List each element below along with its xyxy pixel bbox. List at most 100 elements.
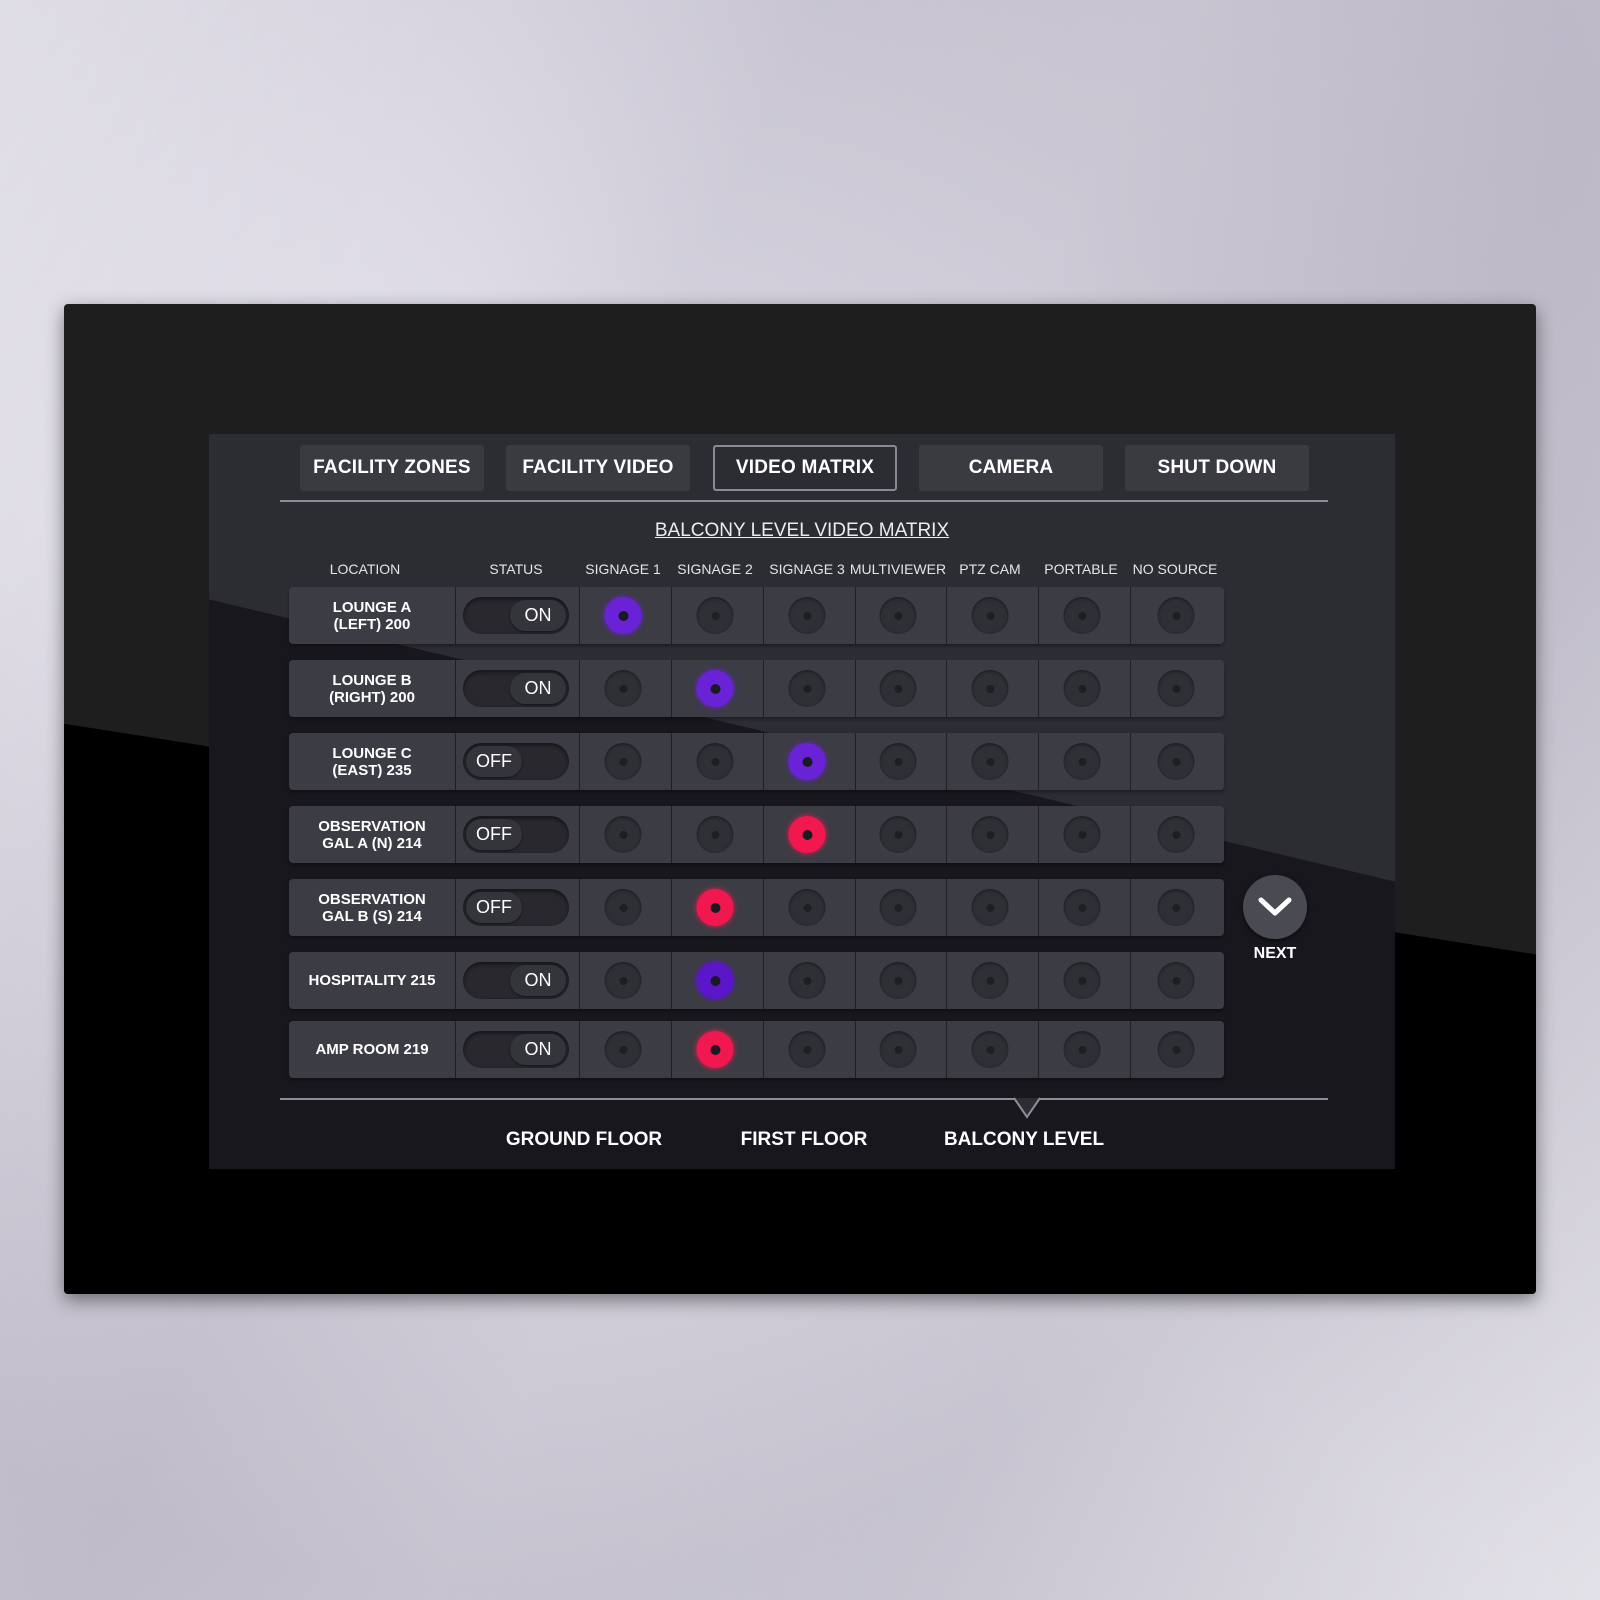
status-toggle[interactable]: ON bbox=[463, 597, 569, 634]
source-radio-multiviewer[interactable] bbox=[879, 1031, 917, 1068]
column-header-no-source: NO SOURCE bbox=[1132, 561, 1218, 577]
source-radio-ptz-cam[interactable] bbox=[971, 743, 1009, 780]
floor-ground[interactable]: GROUND FLOOR bbox=[506, 1129, 662, 1151]
bottom-divider bbox=[280, 1098, 1328, 1100]
table-row: HOSPITALITY 215 ON bbox=[289, 952, 1224, 1009]
tab-video-matrix[interactable]: VIDEO MATRIX bbox=[713, 445, 897, 491]
cell-divider bbox=[671, 587, 672, 644]
cell-divider bbox=[671, 733, 672, 790]
cell-divider bbox=[579, 1021, 580, 1078]
status-toggle[interactable]: OFF bbox=[463, 816, 569, 853]
cell-divider bbox=[855, 952, 856, 1009]
source-radio-signage-2[interactable] bbox=[696, 597, 734, 634]
cell-divider bbox=[579, 806, 580, 863]
source-radio-signage-1[interactable] bbox=[604, 670, 642, 707]
source-radio-multiviewer[interactable] bbox=[879, 597, 917, 634]
next-button[interactable] bbox=[1243, 875, 1307, 939]
cell-divider bbox=[1130, 660, 1131, 717]
cell-divider bbox=[855, 879, 856, 936]
source-radio-ptz-cam[interactable] bbox=[971, 670, 1009, 707]
source-radio-multiviewer[interactable] bbox=[879, 962, 917, 999]
cell-divider bbox=[1130, 879, 1131, 936]
source-radio-multiviewer[interactable] bbox=[879, 743, 917, 780]
source-radio-signage-1[interactable] bbox=[604, 1031, 642, 1068]
source-radio-signage-2[interactable] bbox=[696, 1031, 734, 1068]
source-radio-multiviewer[interactable] bbox=[879, 889, 917, 926]
source-radio-signage-2[interactable] bbox=[696, 889, 734, 926]
table-row: OBSERVATION GAL B (S) 214 OFF bbox=[289, 879, 1224, 936]
status-toggle-knob: OFF bbox=[466, 892, 522, 923]
active-floor-indicator bbox=[1013, 1097, 1041, 1119]
cell-divider bbox=[1130, 587, 1131, 644]
column-header-portable: PORTABLE bbox=[1044, 561, 1118, 577]
source-radio-no-source[interactable] bbox=[1157, 1031, 1195, 1068]
tab-facility-video[interactable]: FACILITY VIDEO bbox=[506, 445, 690, 491]
source-radio-portable[interactable] bbox=[1063, 597, 1101, 634]
status-toggle-knob: ON bbox=[510, 965, 566, 996]
source-radio-signage-3[interactable] bbox=[788, 889, 826, 926]
floor-first[interactable]: FIRST FLOOR bbox=[741, 1129, 868, 1151]
source-radio-signage-3[interactable] bbox=[788, 1031, 826, 1068]
source-radio-ptz-cam[interactable] bbox=[971, 816, 1009, 853]
cell-divider bbox=[671, 660, 672, 717]
cell-divider bbox=[855, 806, 856, 863]
table-row: OBSERVATION GAL A (N) 214 OFF bbox=[289, 806, 1224, 863]
source-radio-signage-3[interactable] bbox=[788, 962, 826, 999]
source-radio-ptz-cam[interactable] bbox=[971, 597, 1009, 634]
source-radio-no-source[interactable] bbox=[1157, 670, 1195, 707]
cell-divider bbox=[1130, 733, 1131, 790]
location-label: OBSERVATION GAL A (N) 214 bbox=[318, 817, 426, 852]
source-radio-signage-1[interactable] bbox=[604, 816, 642, 853]
source-radio-portable[interactable] bbox=[1063, 962, 1101, 999]
source-radio-signage-1[interactable] bbox=[604, 597, 642, 634]
status-toggle[interactable]: OFF bbox=[463, 743, 569, 780]
tab-shut-down[interactable]: SHUT DOWN bbox=[1125, 445, 1309, 491]
cell-divider bbox=[671, 952, 672, 1009]
floor-balcony-level[interactable]: BALCONY LEVEL bbox=[944, 1129, 1104, 1151]
cell-divider bbox=[1130, 806, 1131, 863]
status-toggle[interactable]: ON bbox=[463, 670, 569, 707]
status-toggle[interactable]: ON bbox=[463, 1031, 569, 1068]
source-radio-no-source[interactable] bbox=[1157, 889, 1195, 926]
source-radio-portable[interactable] bbox=[1063, 670, 1101, 707]
source-radio-signage-3[interactable] bbox=[788, 597, 826, 634]
cell-divider bbox=[946, 660, 947, 717]
tab-facility-zones[interactable]: FACILITY ZONES bbox=[300, 445, 484, 491]
tab-camera[interactable]: CAMERA bbox=[919, 445, 1103, 491]
chevron-down-icon bbox=[1258, 897, 1292, 916]
source-radio-signage-3[interactable] bbox=[788, 670, 826, 707]
cell-divider bbox=[763, 587, 764, 644]
source-radio-no-source[interactable] bbox=[1157, 816, 1195, 853]
source-radio-no-source[interactable] bbox=[1157, 962, 1195, 999]
source-radio-signage-3[interactable] bbox=[788, 743, 826, 780]
source-radio-ptz-cam[interactable] bbox=[971, 962, 1009, 999]
source-radio-signage-2[interactable] bbox=[696, 743, 734, 780]
source-radio-multiviewer[interactable] bbox=[879, 670, 917, 707]
source-radio-signage-2[interactable] bbox=[696, 816, 734, 853]
source-radio-ptz-cam[interactable] bbox=[971, 889, 1009, 926]
source-radio-portable[interactable] bbox=[1063, 1031, 1101, 1068]
source-radio-signage-2[interactable] bbox=[696, 670, 734, 707]
status-toggle[interactable]: OFF bbox=[463, 889, 569, 926]
source-radio-signage-1[interactable] bbox=[604, 962, 642, 999]
source-radio-portable[interactable] bbox=[1063, 816, 1101, 853]
source-radio-signage-1[interactable] bbox=[604, 889, 642, 926]
source-radio-multiviewer[interactable] bbox=[879, 816, 917, 853]
cell-divider bbox=[763, 1021, 764, 1078]
source-radio-signage-2[interactable] bbox=[696, 962, 734, 999]
source-radio-portable[interactable] bbox=[1063, 889, 1101, 926]
column-header-signage-2: SIGNAGE 2 bbox=[677, 561, 753, 577]
source-radio-no-source[interactable] bbox=[1157, 597, 1195, 634]
source-radio-no-source[interactable] bbox=[1157, 743, 1195, 780]
cell-divider bbox=[1038, 879, 1039, 936]
source-radio-portable[interactable] bbox=[1063, 743, 1101, 780]
source-radio-signage-1[interactable] bbox=[604, 743, 642, 780]
location-label: LOUNGE C (EAST) 235 bbox=[332, 744, 412, 779]
location-label: OBSERVATION GAL B (S) 214 bbox=[318, 890, 426, 925]
status-toggle-knob: ON bbox=[510, 600, 566, 631]
source-radio-signage-3[interactable] bbox=[788, 816, 826, 853]
cell-divider bbox=[671, 806, 672, 863]
source-radio-ptz-cam[interactable] bbox=[971, 1031, 1009, 1068]
status-toggle[interactable]: ON bbox=[463, 962, 569, 999]
location-label: HOSPITALITY 215 bbox=[308, 972, 436, 989]
